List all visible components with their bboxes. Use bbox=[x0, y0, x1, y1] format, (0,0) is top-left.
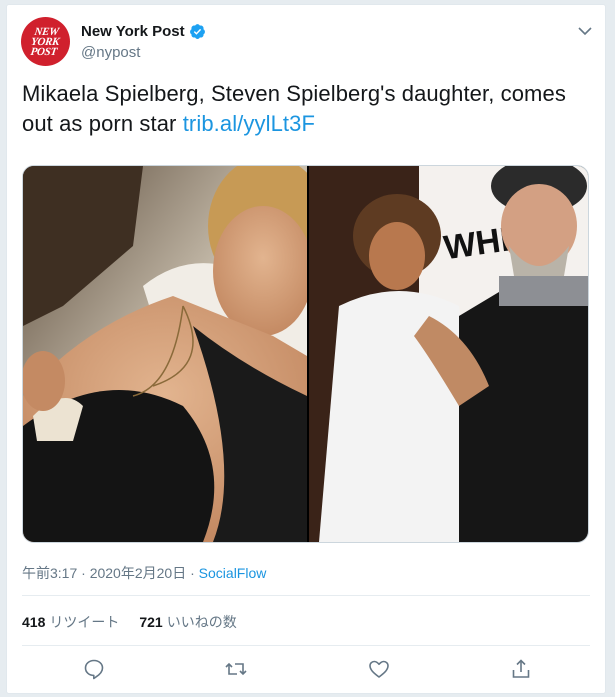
tweet-source[interactable]: SocialFlow bbox=[199, 565, 267, 581]
verified-badge-icon bbox=[189, 24, 205, 39]
meta-separator: · bbox=[81, 565, 86, 581]
tweet-media[interactable]: WHIP I bbox=[22, 165, 589, 543]
tweet-link[interactable]: trib.al/yylLt3F bbox=[183, 111, 315, 136]
divider bbox=[22, 645, 590, 646]
retweet-icon[interactable] bbox=[224, 657, 248, 681]
meta-separator: · bbox=[190, 565, 195, 581]
avatar[interactable]: NEW YORK POST bbox=[21, 17, 70, 66]
name-row: New York Post bbox=[81, 23, 206, 40]
tweet-time[interactable]: 午前3:17 bbox=[22, 565, 77, 581]
likes-stat[interactable]: 721 いいねの数 bbox=[139, 612, 236, 632]
tweet-stats: 418 リツイート 721 いいねの数 bbox=[22, 612, 257, 632]
tweet-meta: 午前3:17 · 2020年2月20日 · SocialFlow bbox=[22, 563, 266, 583]
tweet-actions bbox=[7, 657, 605, 687]
tweet-header: NEW YORK POST New York Post @nypost bbox=[21, 17, 593, 67]
avatar-logo: NEW YORK POST bbox=[29, 25, 61, 58]
like-icon[interactable] bbox=[367, 657, 391, 681]
avatar-logo-line: NEW bbox=[33, 25, 60, 38]
retweets-label: リツイート bbox=[49, 614, 120, 630]
chevron-down-icon[interactable] bbox=[577, 23, 593, 39]
likes-count: 721 bbox=[139, 614, 163, 630]
reply-icon[interactable] bbox=[82, 657, 106, 681]
retweets-count: 418 bbox=[22, 614, 46, 630]
tweet-card: NEW YORK POST New York Post @nypost Mika… bbox=[6, 4, 606, 694]
retweets-stat[interactable]: 418 リツイート bbox=[22, 612, 119, 632]
share-icon[interactable] bbox=[509, 657, 533, 681]
handle[interactable]: @nypost bbox=[81, 44, 140, 61]
tweet-date[interactable]: 2020年2月20日 bbox=[90, 565, 187, 581]
avatar-logo-line: YORK bbox=[30, 35, 61, 48]
tweet-text: Mikaela Spielberg, Steven Spielberg's da… bbox=[22, 79, 597, 139]
divider bbox=[22, 595, 590, 596]
photo-red-carpet[interactable]: WHIP I bbox=[309, 166, 589, 542]
display-name[interactable]: New York Post bbox=[81, 23, 185, 40]
photo-selfie[interactable] bbox=[23, 166, 307, 542]
avatar-logo-line: POST bbox=[30, 45, 59, 58]
likes-label: いいねの数 bbox=[166, 614, 237, 630]
